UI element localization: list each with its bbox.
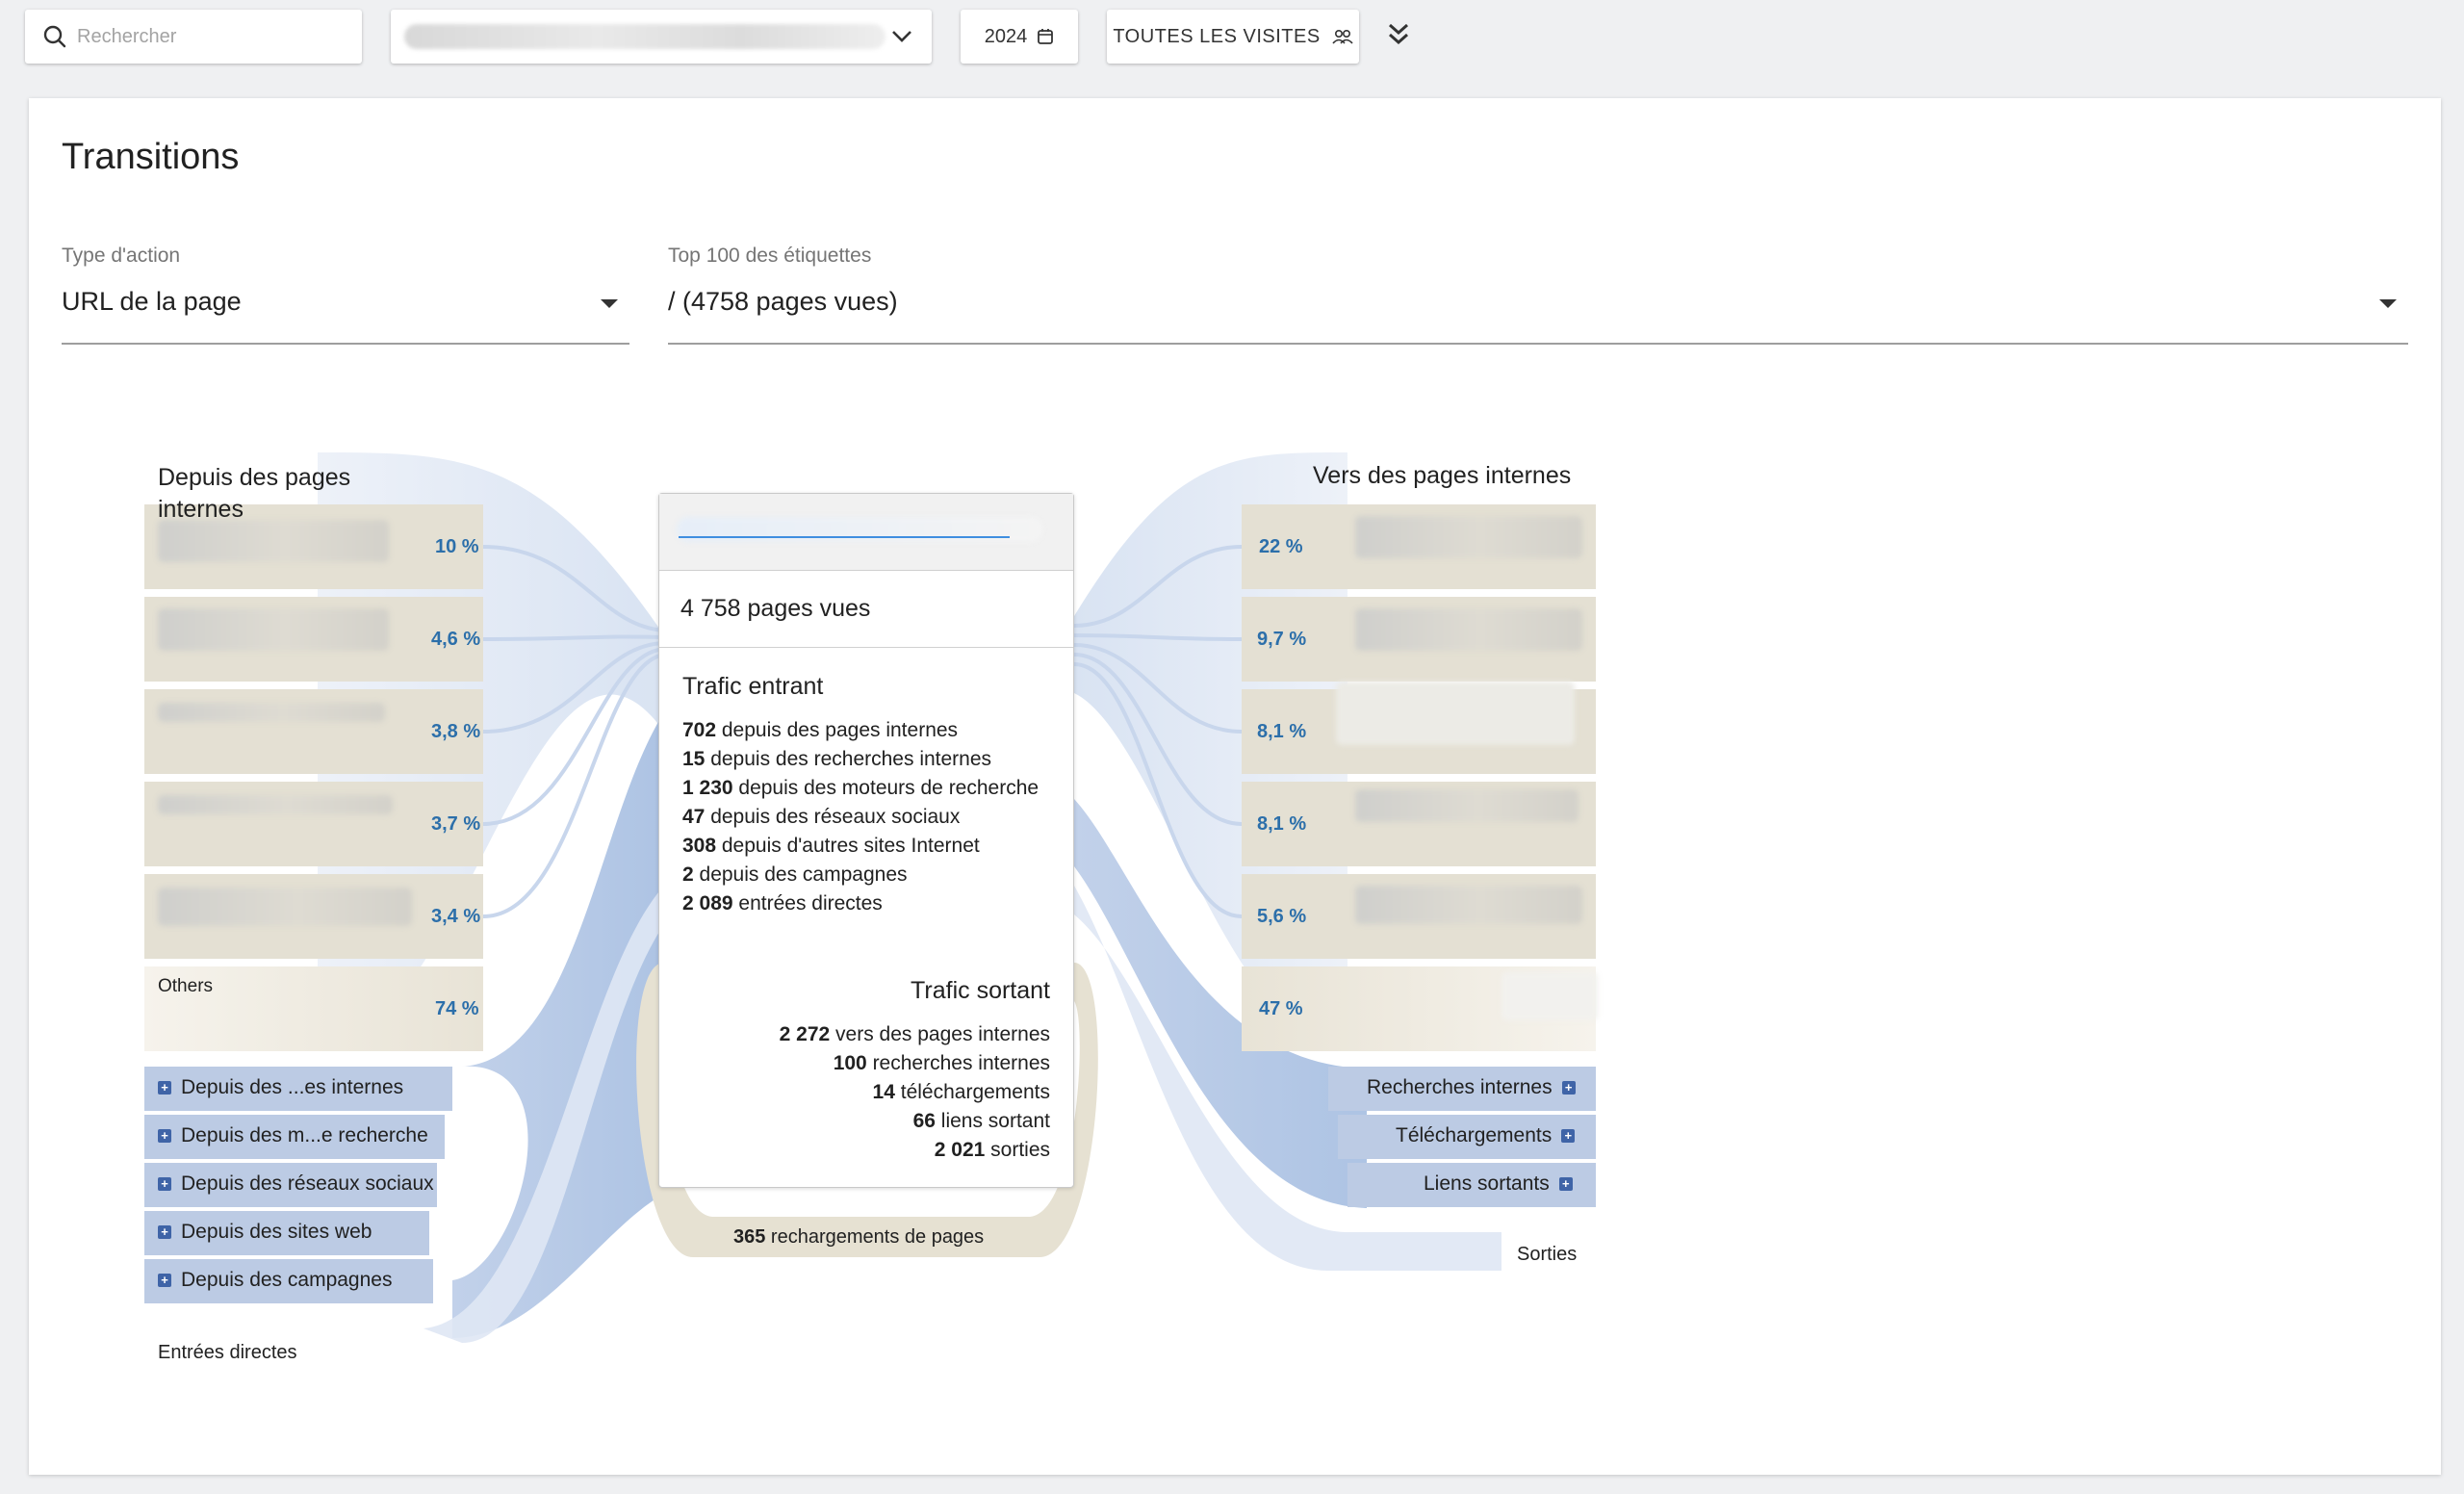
right-exits: Sorties: [1517, 1244, 1578, 1265]
incoming-line: 15 depuis des recherches internes: [682, 748, 992, 770]
redacted-page-url: [677, 517, 1042, 542]
left-pct: 3,7 %: [431, 813, 481, 835]
outgoing-line: 14 téléchargements: [872, 1081, 1050, 1103]
left-pct: 10 %: [435, 536, 479, 557]
left-group-campaigns[interactable]: + Depuis des campagnes: [158, 1269, 392, 1292]
right-pct: 47 %: [1259, 998, 1303, 1019]
right-group-downloads[interactable]: Téléchargements +: [1396, 1124, 1576, 1147]
incoming-line: 2 depuis des campagnes: [682, 863, 908, 886]
right-group-outlinks[interactable]: Liens sortants +: [1424, 1172, 1573, 1196]
outgoing-line: 2 272 vers des pages internes: [779, 1023, 1050, 1045]
redacted-page-name: [1336, 682, 1575, 745]
outgoing-line: 66 liens sortant: [912, 1110, 1050, 1132]
left-others-label: Others: [158, 976, 214, 996]
right-pct: 5,6 %: [1257, 906, 1307, 927]
redacted-page-name: [158, 608, 389, 651]
left-group-social[interactable]: + Depuis des réseaux sociaux: [158, 1172, 434, 1196]
right-pct: 8,1 %: [1257, 721, 1307, 742]
plus-icon: +: [158, 1274, 171, 1287]
redacted-page-name: [158, 520, 389, 562]
left-group-websites[interactable]: + Depuis des sites web: [158, 1221, 372, 1244]
incoming-line: 47 depuis des réseaux sociaux: [682, 806, 961, 828]
outgoing-line: 2 021 sorties: [934, 1139, 1050, 1161]
incoming-line: 702 depuis des pages internes: [682, 719, 959, 741]
outgoing-traffic: Trafic sortant 2 272 vers des pages inte…: [780, 977, 1050, 1165]
redacted-page-name: [158, 795, 393, 814]
page-summary-popover: 4 758 pages vues Trafic entrant 702 depu…: [658, 493, 1074, 1188]
redacted-page-name: [1355, 516, 1582, 558]
left-header: Depuis des pages internes: [158, 464, 351, 523]
redacted-page-name: [1355, 789, 1578, 822]
left-group-internal[interactable]: + Depuis des ...es internes: [158, 1076, 403, 1099]
incoming-title: Trafic entrant: [682, 673, 824, 700]
left-direct-entries: Entrées directes: [158, 1342, 297, 1363]
popover-header: [659, 494, 1073, 571]
outgoing-line: 100 recherches internes: [833, 1052, 1050, 1074]
plus-icon: +: [1561, 1081, 1576, 1095]
left-pct: 3,8 %: [431, 721, 481, 742]
redacted-page-name: [1355, 608, 1582, 651]
right-group-internal-search[interactable]: Recherches internes +: [1367, 1076, 1576, 1099]
plus-icon: +: [158, 1177, 171, 1191]
plus-icon: +: [158, 1225, 171, 1239]
redacted-page-name: [1355, 886, 1582, 924]
right-pct: 22 %: [1259, 536, 1303, 557]
plus-icon: +: [1561, 1129, 1576, 1143]
incoming-line: 308 depuis d'autres sites Internet: [682, 835, 980, 857]
incoming-line: 1 230 depuis des moteurs de recherche: [682, 777, 1040, 799]
left-group-search[interactable]: + Depuis des m...e recherche: [158, 1124, 428, 1147]
right-header: Vers des pages internes: [1313, 462, 1572, 489]
left-pct: 4,6 %: [431, 629, 481, 650]
plus-icon: +: [158, 1129, 171, 1143]
page-views: 4 758 pages vues: [659, 571, 1073, 648]
left-pct: 3,4 %: [431, 906, 481, 927]
left-pct: 74 %: [435, 998, 479, 1019]
outgoing-title: Trafic sortant: [911, 977, 1050, 1004]
incoming-line: 2 089 entrées directes: [682, 892, 883, 914]
plus-icon: +: [1558, 1177, 1573, 1191]
right-pct: 8,1 %: [1257, 813, 1307, 835]
right-pct: 9,7 %: [1257, 629, 1307, 650]
redacted-page-name: [1502, 972, 1598, 1020]
page-url-link[interactable]: [679, 536, 1010, 538]
incoming-traffic: Trafic entrant 702 depuis des pages inte…: [682, 673, 1048, 918]
redacted-page-name: [158, 703, 385, 722]
page-reloads: 365 rechargements de pages: [733, 1226, 985, 1248]
redacted-page-name: [158, 888, 412, 926]
plus-icon: +: [158, 1081, 171, 1095]
